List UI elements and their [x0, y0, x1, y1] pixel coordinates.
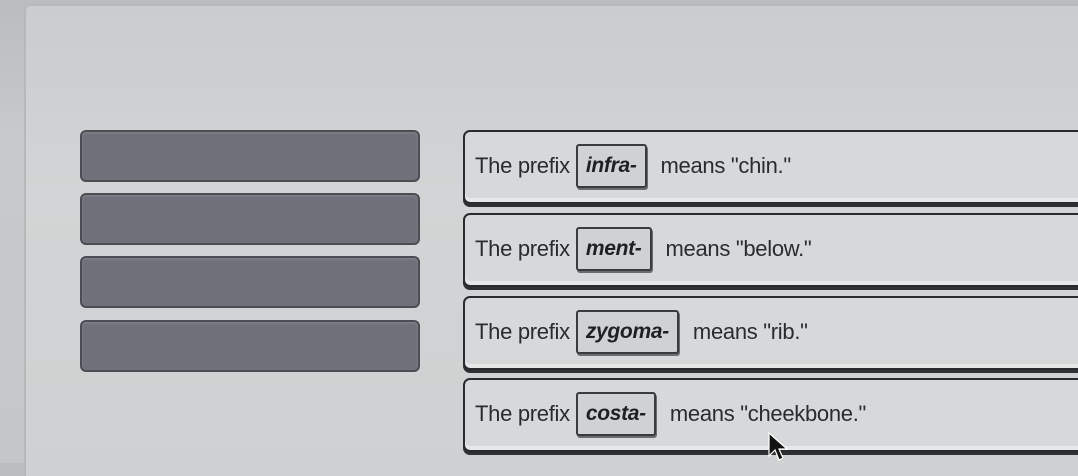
answer-slot-1[interactable]: [80, 130, 420, 182]
statement-row-3[interactable]: The prefix zygoma- means "rib.": [463, 296, 1078, 370]
statement-meaning: means "cheekbone.": [669, 401, 867, 426]
statement-row-2[interactable]: The prefix ment- means "below.": [463, 213, 1078, 287]
statement-meaning: means "below.": [665, 236, 812, 261]
answer-slot-4[interactable]: [80, 320, 420, 372]
mouse-cursor-icon: [768, 431, 789, 461]
answer-slot-3[interactable]: [80, 256, 420, 308]
statement-meaning: means "rib.": [692, 319, 808, 344]
statement-lead: The prefix: [475, 236, 570, 261]
statement-lead: The prefix: [475, 153, 570, 178]
statement-lead: The prefix: [475, 401, 570, 426]
statement-meaning: means "chin.": [660, 153, 792, 178]
prefix-chip-costa[interactable]: costa-: [575, 392, 656, 436]
statement-lead: The prefix: [475, 319, 570, 344]
statement-row-1[interactable]: The prefix infra- means "chin.": [463, 130, 1078, 204]
prefix-chip-infra[interactable]: infra-: [575, 144, 647, 188]
answer-slot-2[interactable]: [80, 193, 420, 245]
prefix-chip-zygoma[interactable]: zygoma-: [575, 310, 679, 354]
prefix-chip-ment[interactable]: ment-: [575, 227, 652, 271]
